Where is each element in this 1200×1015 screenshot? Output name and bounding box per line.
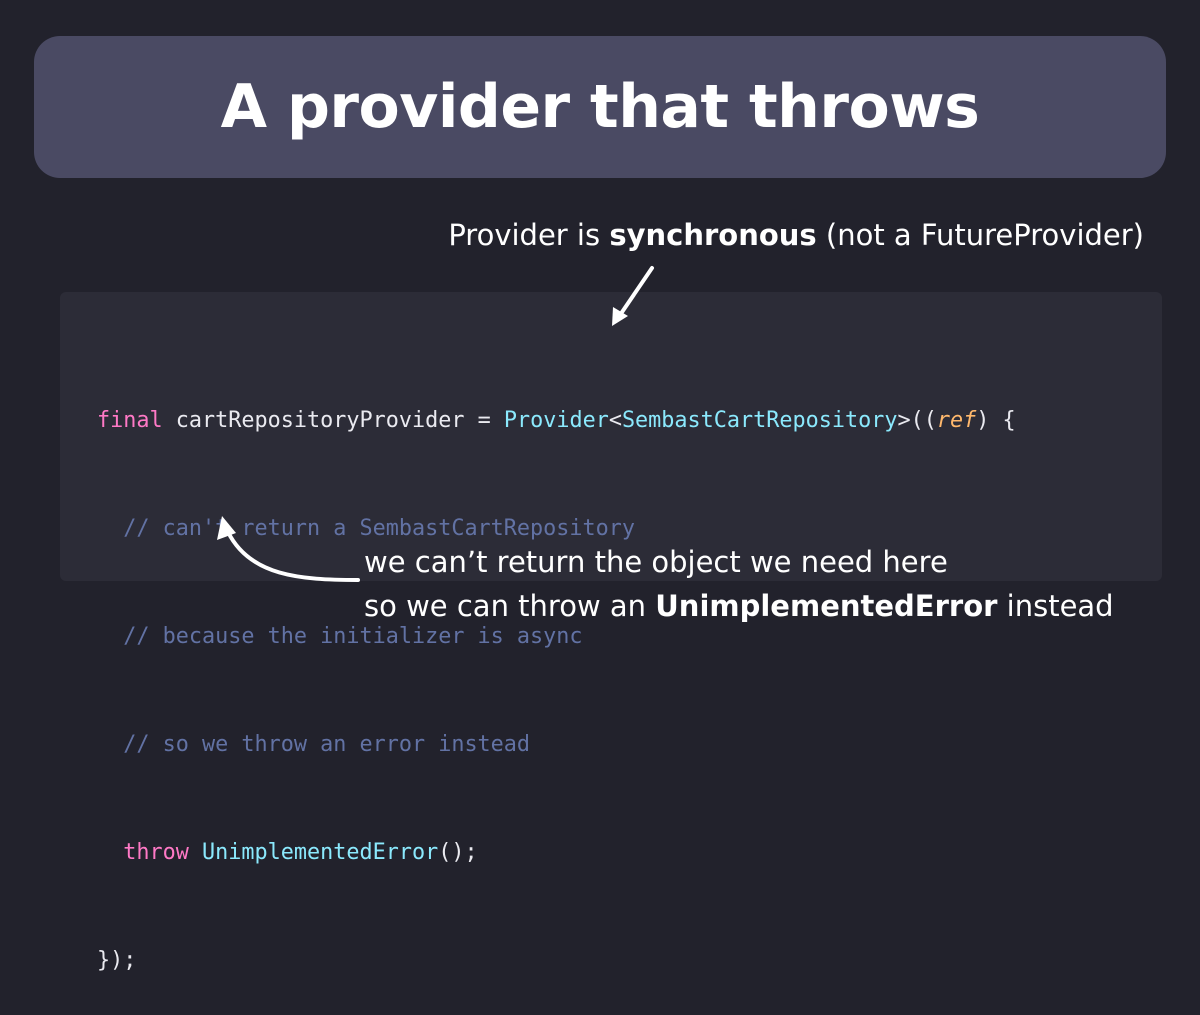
annotation-top-bold: synchronous <box>609 218 817 252</box>
code-line-6: }); <box>97 948 137 973</box>
function-open: ) { <box>976 408 1016 433</box>
keyword-throw: throw <box>123 840 189 865</box>
title-banner: A provider that throws <box>34 36 1166 178</box>
annotation-bottom-line1: we can’t return the object we need here <box>364 545 948 579</box>
annotation-bottom-bold: UnimplementedError <box>655 589 998 623</box>
annotation-top-prefix: Provider is <box>448 218 610 252</box>
variable-declaration: cartRepositoryProvider = <box>162 408 504 433</box>
provider-class: Provider <box>503 408 609 433</box>
generic-type: SembastCartRepository <box>621 408 898 433</box>
slide-title: A provider that throws <box>220 72 980 142</box>
keyword-final: final <box>97 408 163 433</box>
annotation-unimplemented: we can’t return the object we need here … <box>364 540 1114 628</box>
error-class: UnimplementedError <box>202 840 439 865</box>
annotation-top-suffix: (not a FutureProvider) <box>816 218 1144 252</box>
code-line-4: // so we throw an error instead <box>97 732 531 757</box>
annotation-bottom-suffix: instead <box>997 589 1114 623</box>
code-line-5: throw UnimplementedError(); <box>97 835 1016 871</box>
ref-param: ref <box>936 408 977 433</box>
code-line-1: final cartRepositoryProvider = Provider<… <box>97 403 1016 439</box>
call-parens: (); <box>438 840 478 865</box>
annotation-bottom-line2: so we can throw an UnimplementedError in… <box>364 584 1114 628</box>
annotation-synchronous: Provider is synchronous (not a FuturePro… <box>448 218 1144 252</box>
generic-open: < <box>608 408 622 433</box>
code-block: final cartRepositoryProvider = Provider<… <box>97 331 1016 1015</box>
generic-close: >(( <box>897 408 937 433</box>
annotation-bottom-prefix: so we can throw an <box>364 589 656 623</box>
